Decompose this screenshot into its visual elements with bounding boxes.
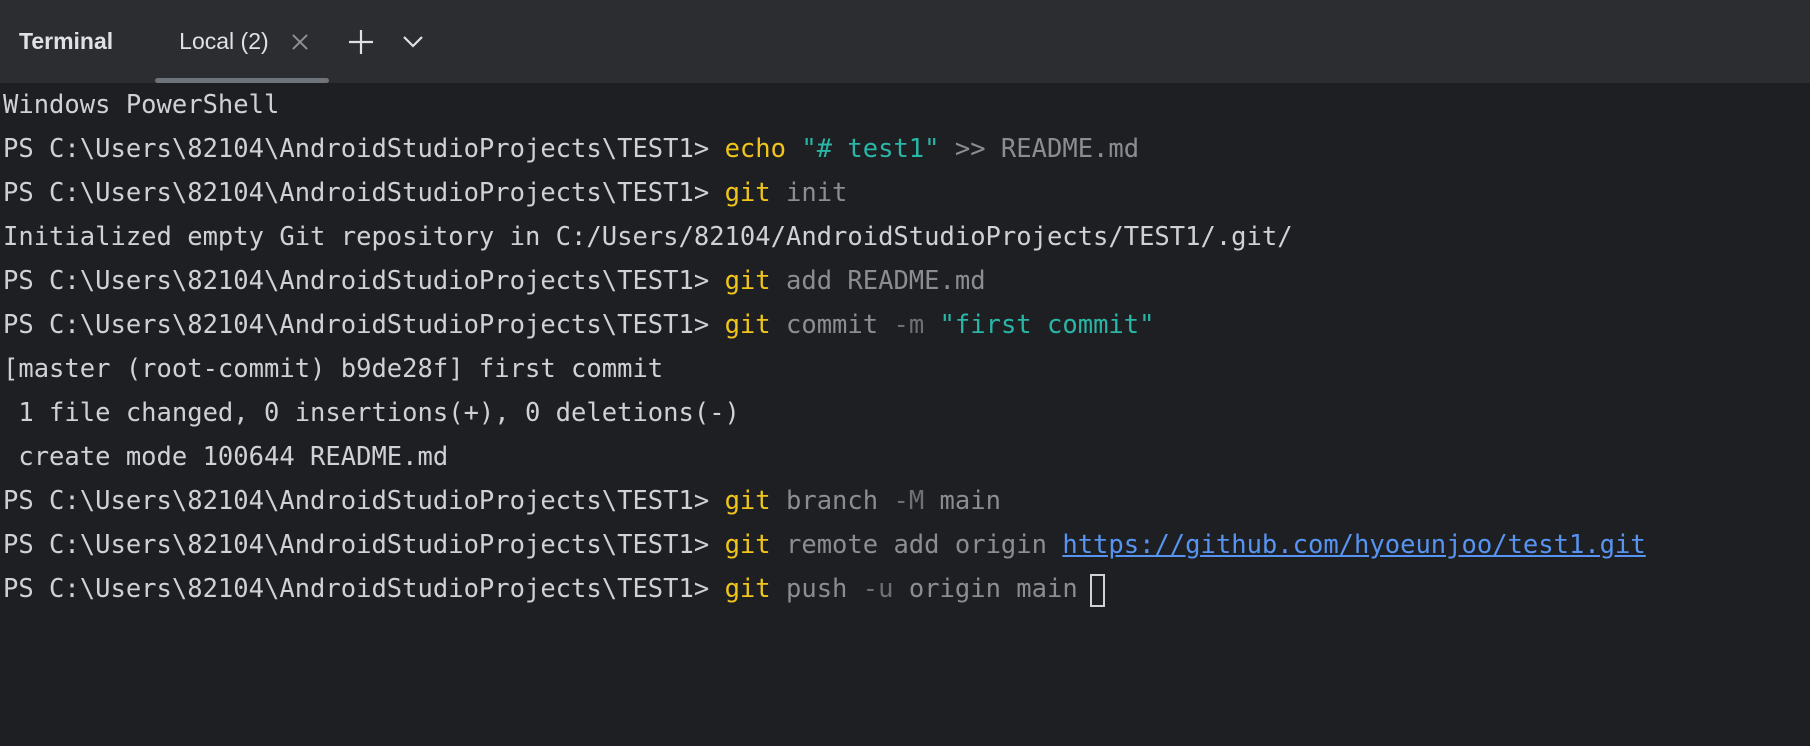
panel-title: Terminal (19, 28, 114, 54)
arg-text: main (939, 486, 1001, 516)
terminal-output[interactable]: Windows PowerShell PS C:\Users\82104\And… (0, 83, 1810, 746)
terminal-line: create mode 100644 README.md (3, 435, 448, 479)
prompt-text: PS C:\Users\82104\AndroidStudioProjects\… (3, 178, 725, 208)
text-cursor (1089, 573, 1105, 607)
prompt-text: PS C:\Users\82104\AndroidStudioProjects\… (3, 574, 725, 604)
prompt-text: PS C:\Users\82104\AndroidStudioProjects\… (3, 310, 725, 340)
command-text: git (724, 310, 771, 340)
tab-options-button[interactable] (393, 22, 433, 62)
terminal-line: [master (root-commit) b9de28f] first com… (3, 347, 663, 391)
prompt-text: PS C:\Users\82104\AndroidStudioProjects\… (3, 134, 725, 164)
command-text: echo (724, 134, 786, 164)
output-text: create mode 100644 README.md (3, 442, 449, 472)
prompt-text: PS C:\Users\82104\AndroidStudioProjects\… (3, 486, 725, 516)
terminal-line: PS C:\Users\82104\AndroidStudioProjects\… (3, 479, 1001, 523)
arg-text: branch (785, 486, 879, 516)
terminal-line: PS C:\Users\82104\AndroidStudioProjects\… (3, 303, 1154, 347)
string-text: "# test1" (801, 134, 940, 164)
output-text: Windows PowerShell (3, 90, 280, 120)
option-text: -m (893, 310, 925, 340)
terminal-line: Windows PowerShell (3, 83, 279, 127)
command-text: git (724, 574, 771, 604)
plus-icon (348, 29, 373, 54)
arg-text: commit (785, 310, 879, 340)
arg-text: add README.md (785, 266, 986, 296)
terminal-toolbar: Terminal Local (2) (0, 0, 1810, 83)
terminal-line: PS C:\Users\82104\AndroidStudioProjects\… (3, 567, 1105, 611)
new-tab-button[interactable] (341, 22, 381, 62)
option-text: -u (862, 574, 894, 604)
terminal-line: PS C:\Users\82104\AndroidStudioProjects\… (3, 259, 986, 303)
arg-text: >> README.md (954, 134, 1140, 164)
command-text: git (724, 266, 771, 296)
prompt-text: PS C:\Users\82104\AndroidStudioProjects\… (3, 266, 725, 296)
string-text: "first commit" (939, 310, 1155, 340)
terminal-line: 1 file changed, 0 insertions(+), 0 delet… (3, 391, 740, 435)
arg-text: push (785, 574, 848, 604)
arg-text: init (785, 178, 848, 208)
output-text: Initialized empty Git repository in C:/U… (3, 222, 1293, 252)
terminal-line: Initialized empty Git repository in C:/U… (3, 215, 1293, 259)
command-text: git (724, 530, 771, 560)
terminal-line: PS C:\Users\82104\AndroidStudioProjects\… (3, 523, 1646, 567)
tab-local-2[interactable]: Local (2) (155, 0, 329, 83)
output-text: [master (root-commit) b9de28f] first com… (3, 354, 664, 384)
arg-text: remote add origin (785, 530, 1047, 560)
terminal-line: PS C:\Users\82104\AndroidStudioProjects\… (3, 171, 847, 215)
command-text: git (724, 178, 771, 208)
option-text: -M (893, 486, 925, 516)
output-text: 1 file changed, 0 insertions(+), 0 delet… (3, 398, 740, 428)
terminal-line: PS C:\Users\82104\AndroidStudioProjects\… (3, 127, 1139, 171)
prompt-text: PS C:\Users\82104\AndroidStudioProjects\… (3, 530, 725, 560)
command-text: git (724, 486, 771, 516)
close-icon[interactable] (291, 33, 309, 51)
chevron-down-icon (402, 35, 423, 48)
tab-label: Local (2) (179, 28, 269, 54)
arg-text: origin main (908, 574, 1078, 604)
repo-url-link[interactable]: https://github.com/hyoeunjoo/test1.git (1062, 530, 1645, 560)
